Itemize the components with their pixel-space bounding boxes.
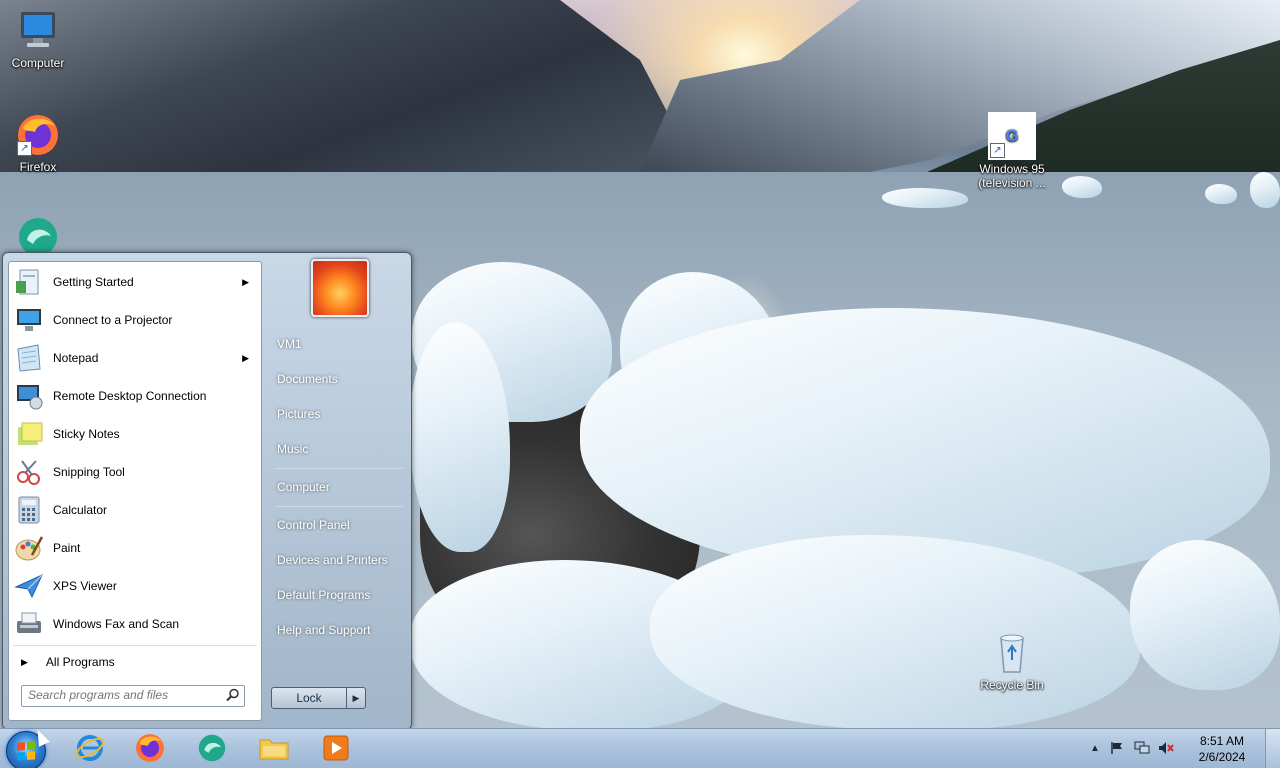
media-player-icon: [320, 732, 352, 767]
taskbar-app-bubble[interactable]: [184, 731, 240, 767]
search-icon[interactable]: [226, 688, 240, 705]
all-programs-arrow-icon: ▶: [21, 656, 28, 667]
chevron-right-icon: ▶: [352, 693, 360, 703]
notification-area: ▲ 8:51 AM 2/6/2024: [1090, 729, 1280, 768]
link-user-folder[interactable]: VM1: [277, 330, 405, 358]
link-computer[interactable]: Computer: [277, 473, 405, 501]
shutdown-options-button[interactable]: ▶: [346, 687, 366, 709]
desktop-icon-label: Firefox: [19, 160, 57, 174]
desktop-icon-label: Computer: [11, 56, 65, 70]
action-center-flag-icon[interactable]: [1110, 741, 1124, 758]
desktop-icon-label: Recycle Bin: [980, 678, 1044, 692]
taskbar: ▲ 8:51 AM 2/6/2024: [0, 728, 1280, 768]
snipping-tool-icon: [13, 456, 45, 488]
program-getting-started[interactable]: Getting Started ▶: [13, 264, 257, 300]
program-label: Windows Fax and Scan: [53, 617, 180, 631]
link-documents[interactable]: Documents: [277, 365, 405, 393]
program-paint[interactable]: Paint: [13, 530, 257, 566]
shortcut-arrow-icon: ↗: [17, 141, 32, 156]
program-label: XPS Viewer: [53, 579, 117, 593]
wallpaper-mountain-left: [0, 0, 700, 175]
app-bubble-icon: [196, 732, 228, 767]
link-music[interactable]: Music: [277, 435, 405, 463]
shortcut-arrow-icon: ↗: [990, 143, 1005, 158]
folder-icon: [258, 732, 290, 767]
volume-muted-icon[interactable]: [1158, 741, 1174, 758]
program-fax-scan[interactable]: Windows Fax and Scan: [13, 606, 257, 642]
desktop-icon-label: Windows 95 (television ...: [978, 162, 1046, 190]
link-pictures[interactable]: Pictures: [277, 400, 405, 428]
wallpaper-ice: [882, 188, 968, 208]
projector-icon: [13, 304, 45, 336]
start-menu: Getting Started ▶ Connect to a Projector…: [2, 252, 412, 730]
desktop: Computer ↗ Firefox G ↗ Windows 95 (telev…: [0, 0, 1280, 768]
calculator-icon: [13, 494, 45, 526]
programs-separator: [13, 645, 257, 646]
svg-text:G: G: [1006, 128, 1018, 145]
start-menu-links-pane: VM1 Documents Pictures Music Computer Co…: [265, 253, 411, 729]
program-label: Notepad: [53, 351, 99, 365]
desktop-icon-computer[interactable]: Computer: [0, 8, 76, 70]
taskbar-internet-explorer[interactable]: [62, 731, 118, 767]
program-sticky-notes[interactable]: Sticky Notes: [13, 416, 257, 452]
lock-button[interactable]: Lock: [271, 687, 347, 709]
network-icon[interactable]: [1134, 741, 1150, 758]
program-connect-projector[interactable]: Connect to a Projector: [13, 302, 257, 338]
links-separator: [275, 506, 403, 507]
link-default-programs[interactable]: Default Programs: [277, 581, 405, 609]
links-separator: [275, 468, 403, 469]
recycle-bin-icon: [989, 630, 1035, 676]
submenu-arrow-icon: ▶: [242, 352, 249, 363]
all-programs-button[interactable]: ▶ All Programs: [13, 648, 257, 676]
notepad-icon: [13, 342, 45, 374]
program-label: Paint: [53, 541, 81, 555]
wallpaper-ice: [1250, 172, 1280, 208]
program-label: Sticky Notes: [53, 427, 120, 441]
ie-icon: [74, 732, 106, 767]
sticky-notes-icon: [13, 418, 45, 450]
program-label: Getting Started: [53, 275, 134, 289]
desktop-icon-google-shortcut[interactable]: G ↗ Windows 95 (television ...: [974, 112, 1050, 190]
user-picture-flower[interactable]: [311, 259, 369, 317]
wallpaper-ice: [1062, 176, 1102, 198]
link-help-support[interactable]: Help and Support: [277, 616, 405, 644]
show-hidden-icons-icon[interactable]: ▲: [1090, 743, 1100, 754]
clock-date: 2/6/2024: [1198, 750, 1246, 764]
windows-logo-icon: [17, 741, 35, 761]
program-label: Remote Desktop Connection: [53, 389, 207, 403]
link-control-panel[interactable]: Control Panel: [277, 511, 405, 539]
submenu-arrow-icon: ▶: [242, 276, 249, 287]
xps-viewer-icon: [13, 570, 45, 602]
program-calculator[interactable]: Calculator: [13, 492, 257, 528]
firefox-icon: [134, 732, 166, 767]
computer-icon: [15, 8, 61, 54]
getting-started-icon: [13, 266, 45, 298]
taskbar-firefox[interactable]: [122, 731, 178, 767]
google-shortcut-icon: G ↗: [988, 112, 1036, 160]
program-snipping-tool[interactable]: Snipping Tool: [13, 454, 257, 490]
clock[interactable]: 8:51 AM 2/6/2024: [1192, 733, 1252, 765]
desktop-icon-firefox[interactable]: ↗ Firefox: [0, 112, 76, 174]
program-label: Connect to a Projector: [53, 313, 173, 327]
remote-desktop-icon: [13, 380, 45, 412]
wallpaper-ice: [1205, 184, 1237, 204]
firefox-icon: ↗: [15, 112, 61, 158]
desktop-icon-recycle-bin[interactable]: Recycle Bin: [974, 630, 1050, 692]
program-notepad[interactable]: Notepad ▶: [13, 340, 257, 376]
program-remote-desktop[interactable]: Remote Desktop Connection: [13, 378, 257, 414]
show-desktop-button[interactable]: [1265, 729, 1280, 768]
taskbar-file-explorer[interactable]: [246, 731, 302, 767]
search-input[interactable]: [22, 686, 218, 704]
program-label: Calculator: [53, 503, 108, 517]
fax-scan-icon: [13, 608, 45, 640]
taskbar-media-player[interactable]: [308, 731, 364, 767]
all-programs-label: All Programs: [45, 655, 115, 669]
start-menu-programs-pane: Getting Started ▶ Connect to a Projector…: [8, 261, 262, 721]
clock-time: 8:51 AM: [1199, 734, 1245, 748]
search-box[interactable]: [21, 685, 245, 707]
program-xps-viewer[interactable]: XPS Viewer: [13, 568, 257, 604]
program-label: Snipping Tool: [53, 465, 125, 479]
paint-icon: [13, 532, 45, 564]
link-devices-printers[interactable]: Devices and Printers: [277, 546, 405, 574]
